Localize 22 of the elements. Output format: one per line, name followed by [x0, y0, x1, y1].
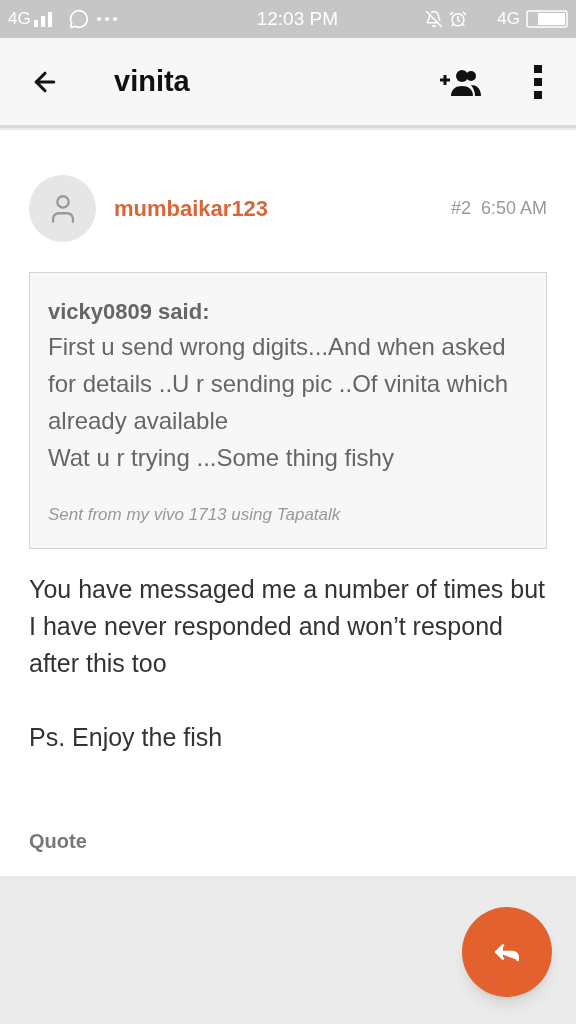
more-icon	[96, 17, 117, 21]
bell-off-icon	[425, 10, 444, 28]
quote-author: vicky0809 said:	[48, 298, 211, 326]
data-label: 4G	[497, 8, 520, 31]
quote-link[interactable]: Quote	[29, 825, 87, 856]
quote-text: Wat u r trying ...Some thing fishy	[48, 443, 395, 473]
post-text: Ps. Enjoy the fish	[29, 721, 224, 753]
author-name: mumbaikar123	[114, 195, 269, 223]
quote-text: First u send wrong digits...And when asked for details ..U r sending pic ..Of vinita which already available	[48, 332, 510, 436]
add-people-button[interactable]	[438, 67, 484, 96]
post-time: 6:50 AM	[480, 197, 547, 220]
signal-icon	[32, 11, 55, 27]
alarm-icon	[449, 10, 468, 28]
network-label: 4G	[8, 8, 31, 31]
clock: 12:03 PM	[256, 6, 338, 31]
chat-icon	[68, 9, 89, 29]
battery-icon	[526, 10, 568, 28]
quote-signature: Sent from my vivo 1713 using Tapatalk	[48, 504, 342, 526]
add-people-icon	[438, 67, 484, 96]
post-text: You have messaged me a number of times but I have never responded and won’t respond after this too	[29, 573, 547, 679]
thread-title: vinita	[114, 63, 190, 99]
post-number: #2	[450, 197, 471, 220]
